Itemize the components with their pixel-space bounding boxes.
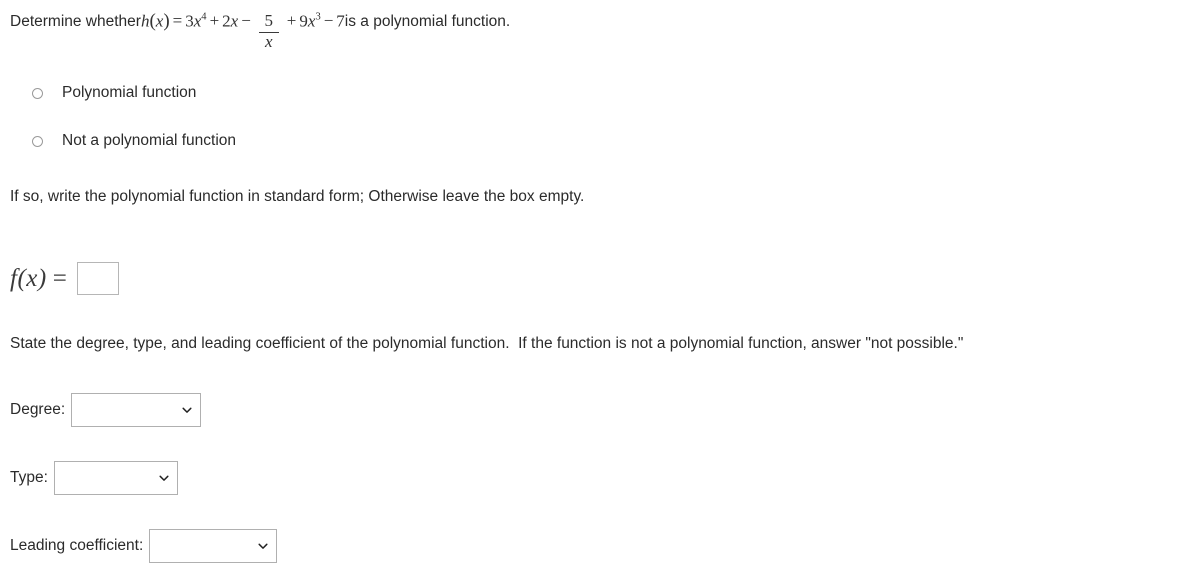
fraction-five-over-x: 5x: [258, 11, 279, 52]
term5-constant: 7: [336, 11, 345, 31]
fx-label-equals: =: [52, 264, 68, 292]
degree-field-row: Degree:: [10, 393, 202, 427]
chevron-down-icon[interactable]: [159, 473, 169, 483]
question-lead-text: Determine whether: [10, 13, 141, 31]
term4-coefficient: 9: [299, 11, 308, 31]
math-expression: h(x) = 3x4 +2x −5 x +9x3−7: [141, 4, 345, 51]
operator-minus-1: −: [241, 11, 251, 31]
equals-sign: =: [172, 11, 183, 31]
degree-dropdown[interactable]: [71, 393, 202, 427]
question-statement: Determine whether h(x) = 3x4 +2x −5 x +9x3−7 i…: [10, 4, 511, 51]
question-trail-text: is a polynomial function.: [344, 13, 511, 31]
chevron-down-icon[interactable]: [258, 541, 268, 551]
answer-row: f(x) =: [10, 262, 120, 295]
radio-option-not-a-polynomial-function[interactable]: Not a polynomial function: [32, 132, 236, 150]
operator-plus-2: +: [286, 11, 297, 31]
term4-exponent: 3: [315, 11, 321, 23]
type-dropdown[interactable]: [53, 461, 178, 495]
radio-button-icon[interactable]: [32, 135, 43, 147]
radio-option-polynomial-function[interactable]: Polynomial function: [32, 84, 196, 102]
leading-coefficient-label: Leading coefficient:: [10, 537, 144, 554]
answer-input[interactable]: [77, 262, 120, 295]
radio-button-icon[interactable]: [32, 87, 43, 99]
close-paren: ): [163, 10, 170, 32]
leading-coefficient-dropdown[interactable]: [149, 529, 278, 563]
leading-coefficient-field-row: Leading coefficient:: [10, 529, 278, 563]
degree-label: Degree:: [10, 401, 66, 418]
fx-label-open-paren: (: [17, 264, 27, 292]
term1-exponent: 4: [201, 11, 207, 23]
fraction-numerator: 5: [264, 11, 274, 30]
instruction-state-properties: State the degree, type, and leading coef…: [10, 335, 964, 352]
fx-label-close-paren: ): [37, 264, 47, 292]
fx-label: f(x) =: [10, 265, 67, 293]
term2-coefficient: 2: [222, 11, 231, 31]
fraction-denominator: x: [265, 32, 273, 52]
fx-label-variable: x: [26, 264, 38, 292]
chevron-down-icon[interactable]: [182, 405, 192, 415]
type-field-row: Type:: [10, 461, 178, 495]
term1-coefficient: 3: [185, 11, 194, 31]
type-label: Type:: [10, 469, 48, 486]
radio-option-label: Polynomial function: [62, 84, 197, 101]
operator-plus-1: +: [209, 11, 220, 31]
radio-option-label: Not a polynomial function: [62, 132, 237, 149]
instruction-standard-form: If so, write the polynomial function in …: [10, 188, 585, 205]
operator-minus-2: −: [323, 11, 334, 31]
